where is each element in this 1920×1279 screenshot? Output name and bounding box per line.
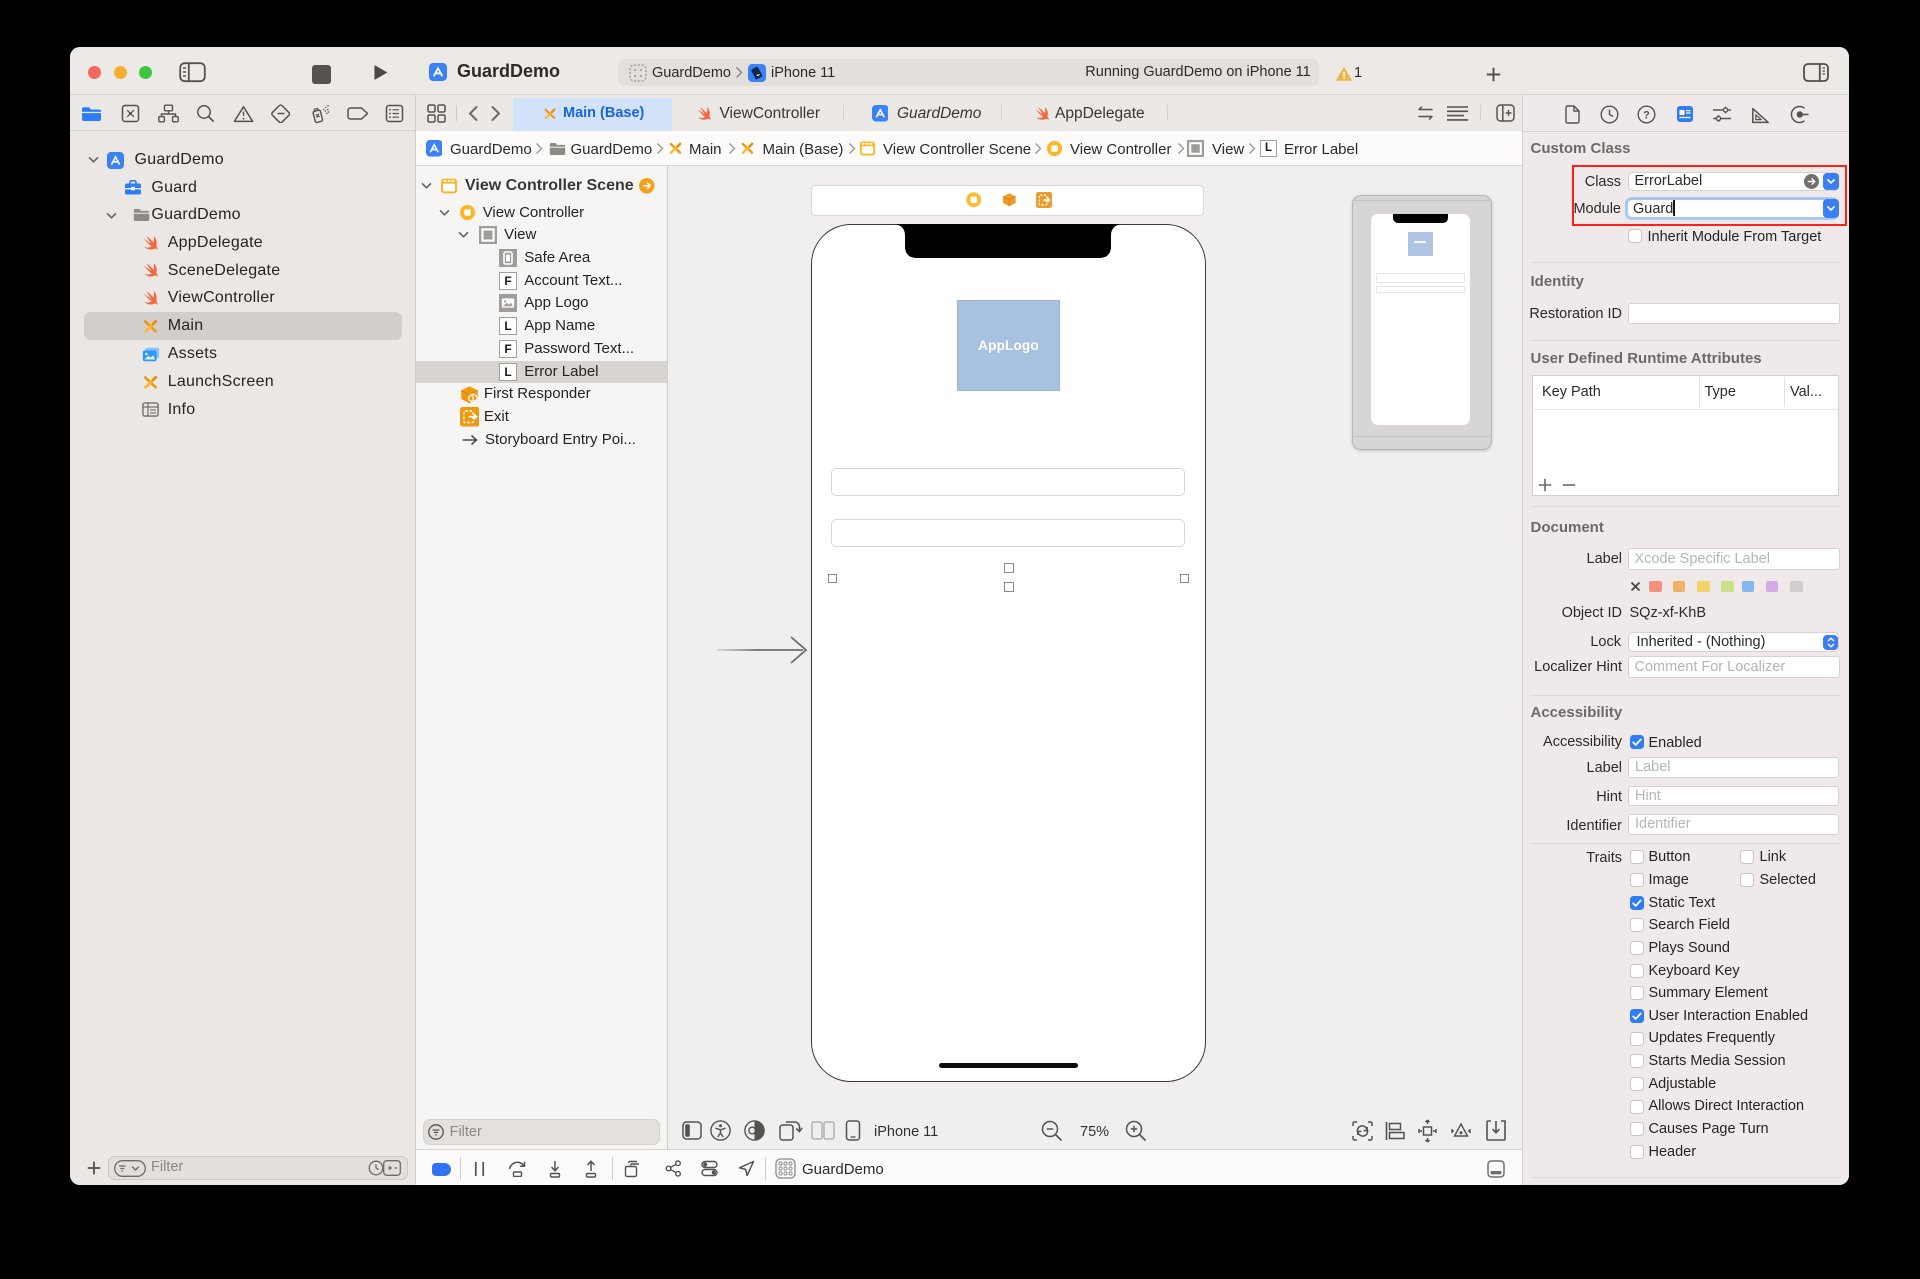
svg-text:?: ? [1643,110,1650,122]
svg-text:1: 1 [470,393,475,402]
